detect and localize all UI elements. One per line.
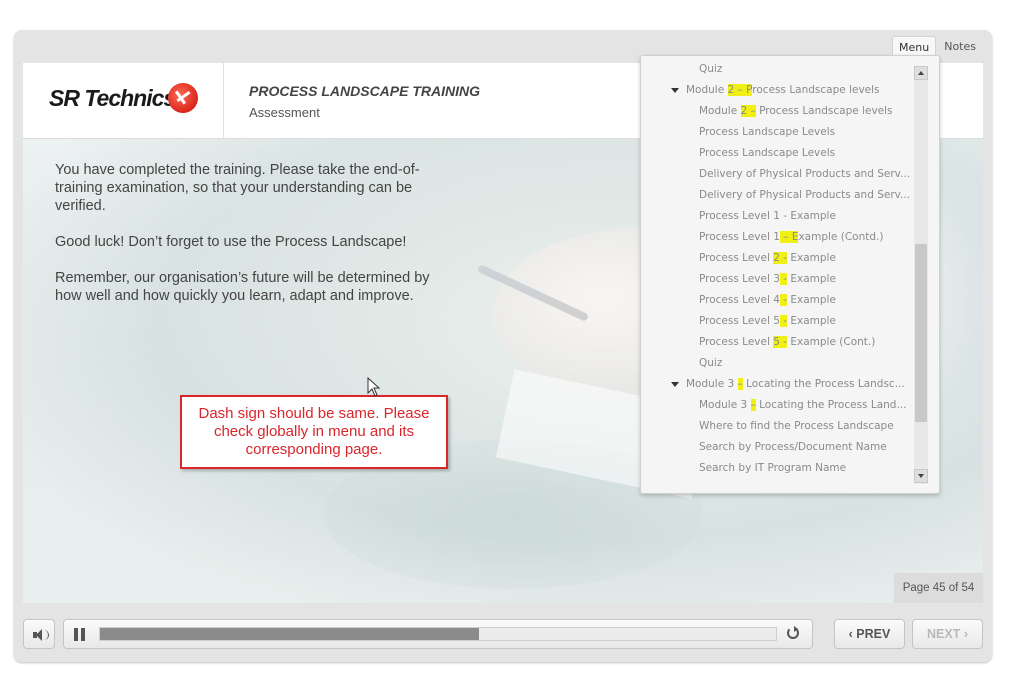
- menu-item-text: Process Level 5: [699, 315, 780, 327]
- menu-item[interactable]: Process Level 1 – Example (Contd.): [699, 227, 911, 248]
- reload-icon[interactable]: [787, 626, 799, 639]
- menu-item-text: Process Level 1 - Example: [699, 210, 836, 222]
- progress-bar[interactable]: [99, 627, 777, 641]
- menu-item-text: Example: [787, 315, 836, 327]
- volume-button[interactable]: [23, 619, 55, 649]
- menu-item-text: 2 -: [773, 252, 788, 264]
- next-label: NEXT: [927, 627, 961, 641]
- menu-item-text: Example (Cont.): [787, 336, 876, 348]
- course-title: PROCESS LANDSCAPE TRAINING: [249, 83, 481, 99]
- menu-item-text: Quiz: [699, 63, 723, 75]
- menu-item[interactable]: Process Level 2 - Example: [699, 248, 911, 269]
- speaker-wave-icon: [44, 630, 49, 640]
- menu-item[interactable]: Process Level 5 - Example (Cont.): [699, 332, 911, 353]
- menu-item[interactable]: Process Level 4 - Example: [699, 290, 911, 311]
- menu-scroll-thumb[interactable]: [915, 244, 927, 422]
- scroll-up-icon[interactable]: [914, 66, 928, 80]
- menu-item-text: Process Level 4: [699, 294, 780, 306]
- scroll-down-icon[interactable]: [914, 469, 928, 483]
- logo-area: SR Technics: [23, 63, 224, 138]
- company-logo-icon: [168, 83, 198, 113]
- menu-item-text: Locating the Process Land...: [755, 399, 907, 411]
- menu-item-text: Search by Process/Document Name: [699, 441, 887, 453]
- menu-item-text: Process Level: [699, 336, 774, 348]
- menu-module-item[interactable]: Module 2 – Process Landscape levels: [686, 80, 908, 101]
- chevron-right-icon: ›: [960, 627, 968, 641]
- menu-item-text: xample (Contd.): [798, 231, 884, 243]
- caret-down-icon[interactable]: [671, 382, 679, 387]
- menu-item-text: 2 –: [740, 105, 756, 117]
- menu-item-text: rocess Landscape levels: [752, 84, 880, 96]
- menu-item-text: Locating the Process Landsc...: [742, 378, 905, 390]
- menu-item-text: Process Level: [699, 252, 774, 264]
- menu-item-text: Example: [787, 294, 836, 306]
- menu-item-text: Module: [699, 105, 741, 117]
- paragraph: Good luck! Don’t forget to use the Proce…: [55, 234, 407, 250]
- menu-item-text: Delivery of Physical Products and Serv..…: [699, 168, 911, 180]
- menu-item-text: Process Level 3: [699, 273, 780, 285]
- mouse-cursor-icon: [367, 377, 381, 397]
- menu-item[interactable]: Where to find the Process Landscape: [699, 416, 911, 437]
- menu-item-text: – E: [779, 231, 799, 243]
- menu-module-item[interactable]: Module 3 – Locating the Process Landsc..…: [686, 374, 908, 395]
- menu-item[interactable]: Quiz: [699, 59, 911, 80]
- menu-item-text: Process Landscape levels: [755, 105, 893, 117]
- menu-item-text: 2 – P: [727, 84, 753, 96]
- menu-item[interactable]: Process Level 1 - Example: [699, 206, 911, 227]
- menu-item-text: Module 3: [686, 378, 738, 390]
- menu-item[interactable]: Quiz: [699, 353, 911, 374]
- menu-item-text: Example: [787, 273, 836, 285]
- page-counter: Page 45 of 54: [894, 573, 983, 603]
- playbar: [63, 619, 813, 649]
- tab-notes[interactable]: Notes: [938, 36, 982, 58]
- section-title: Assessment: [249, 105, 320, 120]
- menu-item-text: Search by IT Program Name: [699, 462, 847, 474]
- menu-item[interactable]: Search by Process/Document Name: [699, 437, 911, 458]
- playback-controls: ‹ PREV NEXT ›: [23, 617, 983, 651]
- menu-panel: Quiz Module 2 – Process Landscape levels M…: [640, 55, 940, 494]
- menu-item[interactable]: Process Landscape Levels: [699, 122, 911, 143]
- menu-item-text: 5 -: [773, 336, 788, 348]
- company-logo-text: SR Technics: [49, 85, 176, 111]
- menu-item[interactable]: Process Level 3 - Example: [699, 269, 911, 290]
- paragraph: You have completed the training. Please …: [55, 162, 420, 214]
- menu-item-text: Process Landscape Levels: [699, 126, 836, 138]
- menu-item[interactable]: Process Landscape Levels: [699, 143, 911, 164]
- body-text: You have completed the training. Please …: [55, 161, 445, 323]
- menu-item[interactable]: Search by IT Program Name: [699, 458, 911, 479]
- menu-item-text: Process Level 1: [699, 231, 780, 243]
- paragraph: Remember, our organisation’s future will…: [55, 270, 430, 304]
- menu-item-text: Where to find the Process Landscape: [699, 420, 894, 432]
- menu-item-text: Example: [787, 252, 836, 264]
- menu-item-text: Process Landscape Levels: [699, 147, 836, 159]
- review-comment-callout: Dash sign should be same. Please check g…: [180, 395, 448, 469]
- menu-item[interactable]: Module 3 – Locating the Process Land...: [699, 395, 911, 416]
- pause-icon[interactable]: [74, 628, 86, 641]
- next-button[interactable]: NEXT ›: [912, 619, 983, 649]
- menu-item-text: -: [779, 315, 788, 327]
- caret-down-icon[interactable]: [671, 88, 679, 93]
- menu-item[interactable]: Delivery of Physical Products and Serv..…: [699, 164, 911, 185]
- menu-item[interactable]: Process Level 5 - Example: [699, 311, 911, 332]
- prev-button[interactable]: ‹ PREV: [834, 619, 905, 649]
- menu-item-text: Quiz: [699, 357, 723, 369]
- menu-item-text: -: [779, 273, 788, 285]
- menu-item-text: Module: [686, 84, 728, 96]
- menu-item-text: -: [779, 294, 788, 306]
- menu-item-text: Module 3: [699, 399, 751, 411]
- progress-fill: [100, 628, 479, 640]
- menu-item[interactable]: Module 2 – Process Landscape levels: [699, 101, 911, 122]
- menu-item-text: Delivery of Physical Products and Serv..…: [699, 189, 911, 201]
- menu-item[interactable]: Delivery of Physical Products and Serv..…: [699, 185, 911, 206]
- prev-label: PREV: [856, 627, 891, 641]
